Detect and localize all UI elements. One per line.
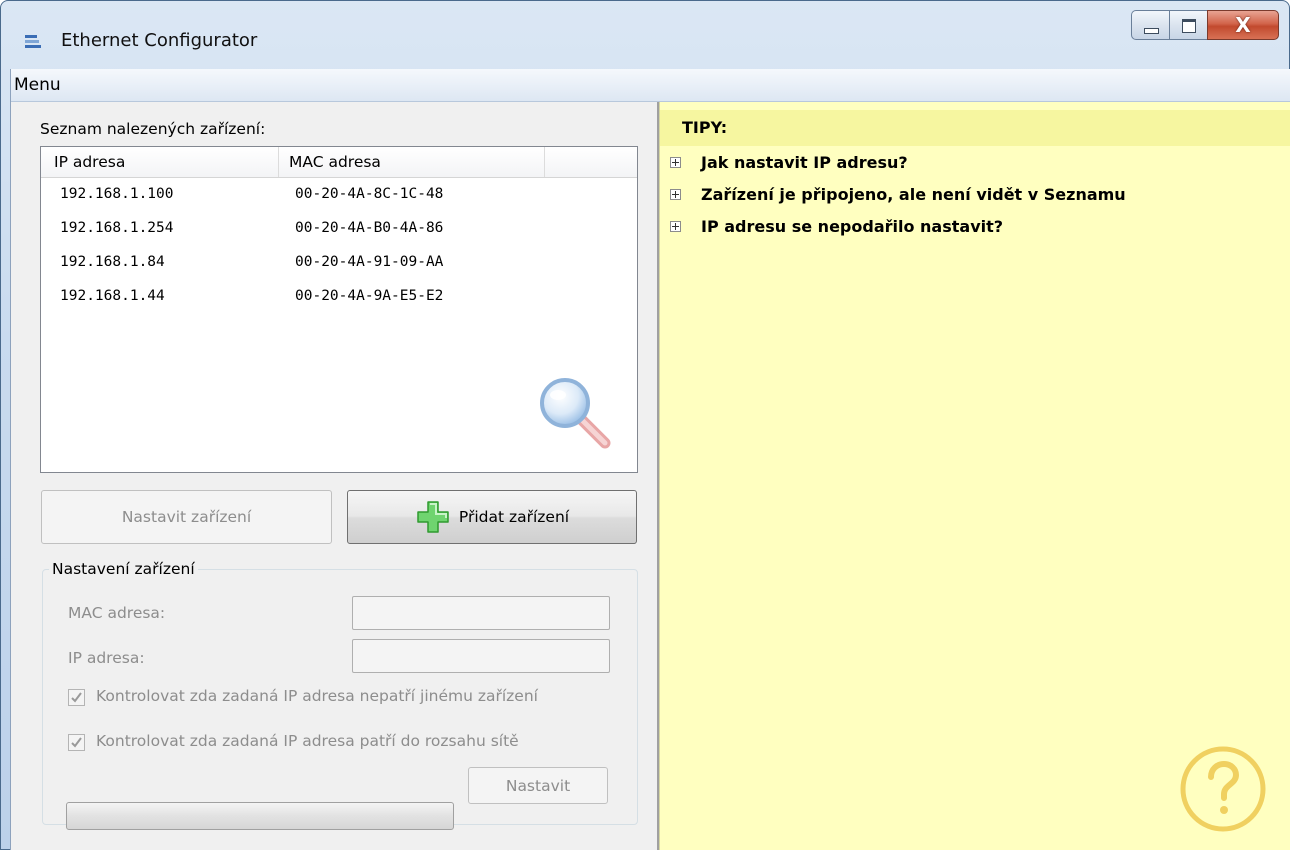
minimize-icon (1144, 28, 1159, 34)
ip-address-field[interactable] (352, 639, 610, 673)
progress-bar (66, 802, 454, 830)
title-bar[interactable]: Ethernet Configurator X (1, 1, 1289, 67)
mac-address-field[interactable] (352, 596, 610, 630)
minimize-button[interactable] (1131, 10, 1169, 40)
table-row[interactable]: 192.168.1.100 00-20-4A-8C-1C-48 (41, 180, 637, 214)
network-icon (25, 35, 41, 48)
mac-address-label: MAC adresa: (68, 604, 166, 622)
table-row[interactable]: 192.168.1.254 00-20-4A-B0-4A-86 (41, 214, 637, 248)
configure-device-label: Nastavit zařízení (121, 508, 252, 526)
ip-cell: 192.168.1.254 (60, 220, 174, 236)
mac-cell: 00-20-4A-8C-1C-48 (295, 186, 444, 202)
ip-cell: 192.168.1.100 (60, 186, 174, 202)
device-list-header: IP adresa MAC adresa (41, 147, 637, 178)
client-area: Menu Seznam nalezených zařízení: IP adre… (10, 69, 1290, 850)
apply-button[interactable]: Nastavit (468, 767, 608, 804)
column-divider[interactable] (278, 147, 279, 177)
column-header-ip[interactable]: IP adresa (54, 153, 125, 171)
check-ip-not-used-checkbox[interactable] (68, 689, 85, 706)
mac-cell: 00-20-4A-9A-E5-E2 (295, 288, 444, 304)
window-title: Ethernet Configurator (61, 30, 258, 51)
checkmark-icon (71, 737, 82, 748)
check-ip-in-range-label[interactable]: Kontrolovat zda zadaná IP adresa patří d… (96, 732, 519, 750)
close-button[interactable]: X (1207, 10, 1279, 40)
checkmark-icon (71, 692, 82, 703)
expand-icon[interactable] (670, 188, 681, 200)
expand-icon[interactable] (670, 156, 681, 168)
column-divider[interactable] (544, 147, 545, 177)
tip-item-label[interactable]: Zařízení je připojeno, ale není vidět v … (701, 185, 1126, 204)
tip-item-label[interactable]: IP adresu se nepodařilo nastavit? (701, 217, 1003, 236)
apply-label: Nastavit (505, 776, 571, 795)
maximize-icon (1182, 19, 1196, 33)
device-list[interactable]: IP adresa MAC adresa 192.168.1.100 00-20… (40, 146, 638, 473)
tip-item[interactable]: Jak nastavit IP adresu? (670, 147, 908, 177)
table-row[interactable]: 192.168.1.84 00-20-4A-91-09-AA (41, 248, 637, 282)
tips-header-bar (660, 110, 1290, 146)
caption-buttons: X (1131, 10, 1279, 42)
tips-panel: TIPY: Jak nastavit IP adresu? Zařízení j… (659, 102, 1290, 850)
left-panel: Seznam nalezených zařízení: IP adresa MA… (11, 102, 657, 850)
expand-icon[interactable] (670, 220, 681, 232)
app-window: Ethernet Configurator X Menu Seznam nale… (0, 0, 1290, 850)
check-ip-in-range-checkbox[interactable] (68, 734, 85, 751)
plus-icon (417, 501, 449, 533)
ip-address-label: IP adresa: (68, 649, 145, 667)
menu-item-menu[interactable]: Menu (14, 75, 61, 95)
check-ip-not-used-label[interactable]: Kontrolovat zda zadaná IP adresa nepatří… (96, 687, 538, 705)
menu-bar: Menu (11, 69, 1290, 102)
mac-cell: 00-20-4A-91-09-AA (295, 254, 444, 270)
add-device-button[interactable]: Přidat zařízení (347, 490, 637, 544)
add-device-label: Přidat zařízení (458, 508, 570, 526)
device-settings-title: Nastavení zařízení (49, 560, 198, 578)
device-list-label: Seznam nalezených zařízení: (40, 120, 266, 138)
tip-item[interactable]: Zařízení je připojeno, ale není vidět v … (670, 179, 1126, 209)
ip-cell: 192.168.1.84 (60, 254, 165, 270)
tips-title: TIPY: (682, 118, 728, 137)
tip-item[interactable]: IP adresu se nepodařilo nastavit? (670, 211, 1003, 241)
configure-device-button[interactable]: Nastavit zařízení (41, 490, 332, 544)
ip-cell: 192.168.1.44 (60, 288, 165, 304)
column-header-mac[interactable]: MAC adresa (289, 153, 381, 171)
maximize-button[interactable] (1169, 10, 1207, 40)
question-mark-icon (1180, 746, 1266, 832)
close-icon: X (1235, 13, 1251, 37)
mac-cell: 00-20-4A-B0-4A-86 (295, 220, 444, 236)
table-row[interactable]: 192.168.1.44 00-20-4A-9A-E5-E2 (41, 282, 637, 316)
tip-item-label[interactable]: Jak nastavit IP adresu? (701, 153, 908, 172)
magnifier-icon (540, 378, 611, 449)
